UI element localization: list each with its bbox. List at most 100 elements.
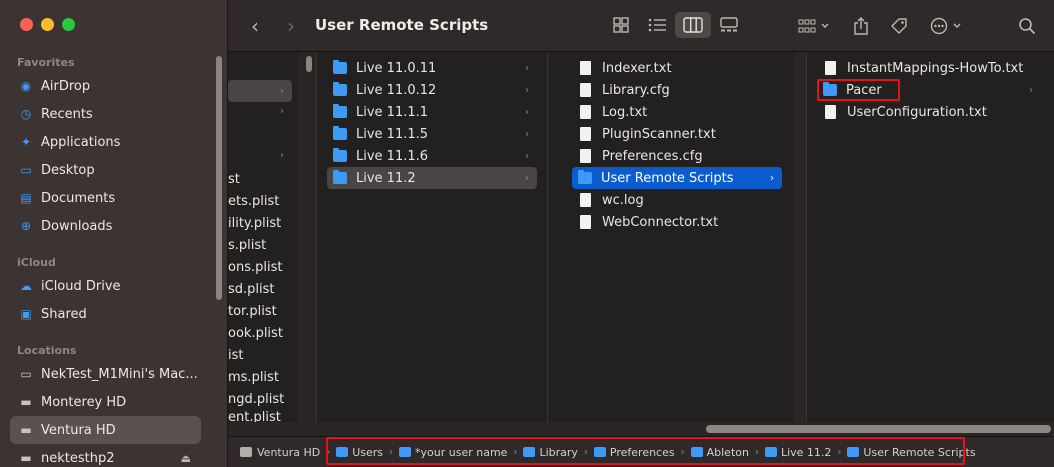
folder-name: Live 11.1.6: [356, 148, 429, 164]
chevron-right-icon: ›: [525, 150, 529, 162]
column-3: InstantMappings-HowTo.txt Pacer › UserCon…: [807, 52, 1054, 422]
column-1: Live 11.0.11 › Live 11.0.12 › Live 11.1.1 ›…: [317, 52, 547, 422]
horizontal-scrollbar[interactable]: [706, 425, 1051, 433]
sidebar-item-label: iCloud Drive: [41, 278, 121, 294]
list-item[interactable]: Live 11.1.6 ›: [327, 145, 537, 167]
gallery-view-button[interactable]: [711, 12, 747, 38]
document-icon: [580, 105, 591, 119]
group-button[interactable]: [794, 13, 834, 39]
list-item[interactable]: InstantMappings-HowTo.txt: [819, 57, 1041, 79]
column-scrollbar[interactable]: [306, 56, 312, 72]
highlight-box: [326, 437, 965, 465]
share-icon: [854, 17, 868, 35]
list-item[interactable]: Live 11.0.12 ›: [327, 79, 537, 101]
cloud-icon: ☁: [20, 279, 32, 293]
list-item[interactable]: Library.cfg: [572, 79, 782, 101]
list-item[interactable]: wc.log: [572, 189, 782, 211]
sidebar-item-airdrop[interactable]: ◉ AirDrop: [10, 72, 201, 100]
file-name: PluginScanner.txt: [602, 126, 716, 142]
file-name: Library.cfg: [602, 82, 670, 98]
folder-icon: [333, 104, 347, 118]
list-item[interactable]: ility.plist: [228, 212, 281, 234]
drive-icon: ▬: [20, 423, 32, 437]
sidebar-item-nektesthp2[interactable]: ▬ nektesthp2 ⏏: [10, 444, 201, 467]
list-item[interactable]: Live 11.1.1 ›: [327, 101, 537, 123]
sidebar-item-label: Downloads: [41, 218, 113, 234]
sidebar-item-icloud-drive[interactable]: ☁ iCloud Drive: [10, 272, 201, 300]
column-view-button[interactable]: [675, 12, 711, 38]
sidebar-item-label: Shared: [41, 306, 87, 322]
folder-icon: [578, 170, 592, 184]
drive-icon: [240, 447, 252, 457]
sidebar-item-label: Ventura HD: [41, 422, 116, 438]
clock-icon: ◷: [20, 107, 32, 121]
search-button[interactable]: [1014, 13, 1040, 39]
action-menu-button[interactable]: [928, 13, 968, 39]
sidebar-item-documents[interactable]: ▤ Documents: [10, 184, 201, 212]
list-icon: [648, 18, 666, 32]
zoom-button[interactable]: [62, 18, 75, 31]
list-item[interactable]: ons.plist: [228, 256, 282, 278]
forward-button[interactable]: ›: [280, 13, 302, 39]
list-item[interactable]: st: [228, 168, 240, 190]
eject-icon[interactable]: ⏏: [181, 452, 191, 465]
share-button[interactable]: [848, 13, 874, 39]
sidebar-item-shared[interactable]: ▣ Shared: [10, 300, 201, 328]
folder-name: Live 11.1.1: [356, 104, 429, 120]
list-item[interactable]: Indexer.txt: [572, 57, 782, 79]
applications-icon: ✦: [20, 135, 32, 149]
toolbar: ‹ › User Remote Scripts: [228, 0, 1054, 52]
list-item[interactable]: ook.plist: [228, 322, 283, 344]
list-item[interactable]: ent.plist: [228, 410, 281, 422]
list-item-selected[interactable]: User Remote Scripts ›: [572, 167, 782, 189]
list-item-selected[interactable]: Live 11.2 ›: [327, 167, 537, 189]
sidebar-item-downloads[interactable]: ⊕ Downloads: [10, 212, 201, 240]
folder-name: Live 11.0.11: [356, 60, 437, 76]
list-item[interactable]: WebConnector.txt: [572, 211, 782, 233]
airdrop-icon: ◉: [20, 79, 32, 93]
folder-name: Live 11.1.5: [356, 126, 429, 142]
chevron-right-icon: ›: [525, 172, 529, 184]
sidebar-scrollbar[interactable]: [216, 56, 222, 300]
list-item[interactable]: Live 11.1.5 ›: [327, 123, 537, 145]
file-name: InstantMappings-HowTo.txt: [847, 60, 1024, 76]
list-item[interactable]: tor.plist: [228, 300, 277, 322]
path-label: Ventura HD: [257, 445, 321, 459]
list-item[interactable]: s.plist: [228, 234, 266, 256]
chevron-right-icon: ›: [280, 150, 284, 161]
list-item[interactable]: Live 11.0.11 ›: [327, 57, 537, 79]
minimize-button[interactable]: [41, 18, 54, 31]
sidebar-item-monterey-hd[interactable]: ▬ Monterey HD: [10, 388, 201, 416]
folder-icon: [333, 126, 347, 140]
column-2: Indexer.txt Library.cfg Log.txt PluginSc…: [548, 52, 794, 422]
sidebar-item-mac[interactable]: ▭ NekTest_M1Mini's Mac...: [10, 360, 201, 388]
highlight-box: [817, 79, 900, 101]
folder-icon: [333, 60, 347, 74]
list-item[interactable]: Log.txt: [572, 101, 782, 123]
tag-button[interactable]: [886, 13, 912, 39]
document-icon: [580, 83, 591, 97]
list-item[interactable]: sd.plist: [228, 278, 275, 300]
close-button[interactable]: [20, 18, 33, 31]
chevron-right-icon: ›: [525, 62, 529, 74]
window-controls: [20, 18, 75, 31]
sidebar-item-applications[interactable]: ✦ Applications: [10, 128, 201, 156]
list-item[interactable]: UserConfiguration.txt: [819, 101, 1041, 123]
group-icon: [798, 19, 829, 33]
list-item[interactable]: ngd.plist: [228, 388, 284, 410]
list-view-button[interactable]: [639, 12, 675, 38]
folder-icon: [333, 170, 347, 184]
sidebar-item-desktop[interactable]: ▭ Desktop: [10, 156, 201, 184]
list-item[interactable]: ›: [228, 80, 292, 102]
sidebar-item-ventura-hd[interactable]: ▬ Ventura HD: [10, 416, 201, 444]
back-button[interactable]: ‹: [244, 13, 266, 39]
download-icon: ⊕: [20, 219, 32, 233]
sidebar-item-recents[interactable]: ◷ Recents: [10, 100, 201, 128]
list-item[interactable]: Preferences.cfg: [572, 145, 782, 167]
icon-view-button[interactable]: [603, 12, 639, 38]
path-item[interactable]: Ventura HD ›: [240, 446, 336, 459]
list-item[interactable]: PluginScanner.txt: [572, 123, 782, 145]
list-item[interactable]: ist: [228, 344, 243, 366]
list-item[interactable]: ms.plist: [228, 366, 279, 388]
list-item[interactable]: ets.plist: [228, 190, 279, 212]
